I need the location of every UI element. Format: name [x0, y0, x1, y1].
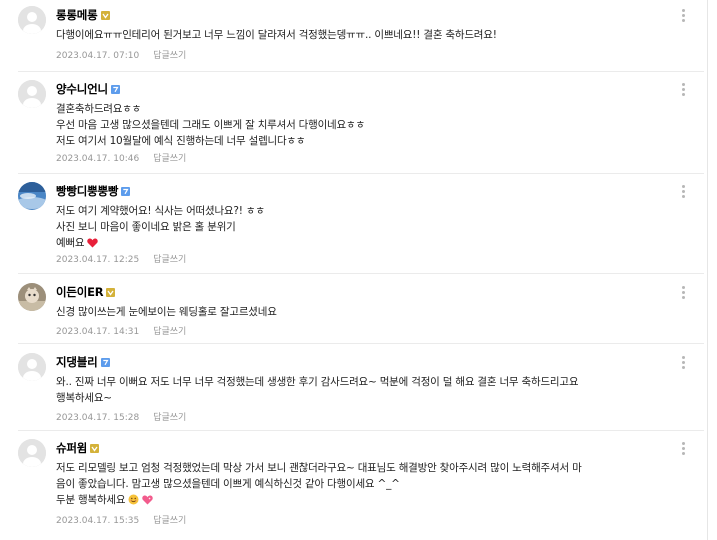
divider — [18, 173, 704, 174]
comment-meta: 2023.04.17. 10:46 답글쓰기 — [56, 151, 186, 164]
smiling-face-icon — [128, 494, 139, 510]
comment-item: 빵빵디뿡뿡빵 저도 여기 계약했어요! 식사는 어떠셨나요?! ㅎㅎ 사진 보니… — [0, 176, 704, 274]
more-options-icon[interactable] — [678, 9, 688, 25]
divider — [18, 273, 704, 274]
nickname[interactable]: 이든이ER — [56, 284, 104, 300]
comment-meta: 2023.04.17. 15:28 답글쓰기 — [56, 410, 186, 423]
comment-line: 음이 좋았습니다. 맘고생 많으셨을텐데 이쁘게 예식하신것 같아 다행이세요 … — [56, 478, 400, 490]
comment-item: 롱롱메롱 다행이에요ㅠㅠ인테리어 된거보고 너무 느낌이 달라져서 걱정했는뎅ㅠ… — [0, 0, 704, 72]
divider — [18, 343, 704, 344]
reply-button[interactable]: 답글쓰기 — [153, 413, 186, 423]
comment-meta: 2023.04.17. 12:25 답글쓰기 — [56, 252, 186, 265]
comment-text: 신경 많이쓰는게 눈에보이는 웨딩홀로 잘고르셨네요 — [56, 304, 277, 320]
comment-item: 슈퍼윔 저도 리모델링 보고 엄청 걱정했었는데 막상 가서 보니 괜찮더라구요… — [0, 433, 704, 540]
comment-text: 와.. 진짜 너무 이뻐요 저도 너무 너무 걱정했는데 생생한 후기 감사드려… — [56, 374, 578, 406]
member-grade-badge-icon — [106, 287, 116, 297]
divider — [18, 71, 704, 72]
comment-item: 양수니언니 결혼축하드려요ㅎㅎ 우선 마음 고생 많으셨을텐데 그래도 이쁘게 … — [0, 74, 704, 174]
member-grade-badge-icon — [90, 443, 100, 453]
avatar[interactable] — [18, 283, 46, 311]
nickname[interactable]: 양수니언니 — [56, 81, 108, 97]
comment-date: 2023.04.17. 15:28 — [56, 413, 140, 423]
reply-button[interactable]: 답글쓰기 — [153, 516, 186, 526]
nickname[interactable]: 롱롱메롱 — [56, 7, 98, 23]
reply-button[interactable]: 답글쓰기 — [153, 255, 186, 265]
comment-line: 우선 마음 고생 많으셨을텐데 그래도 이쁘게 잘 치루셔서 다행이네요ㅎㅎ — [56, 119, 365, 131]
divider — [18, 430, 704, 431]
avatar[interactable] — [18, 80, 46, 108]
nickname[interactable]: 슈퍼윔 — [56, 440, 87, 456]
more-options-icon[interactable] — [678, 185, 688, 201]
comment-date: 2023.04.17. 15:35 — [56, 516, 140, 526]
comment-text: 결혼축하드려요ㅎㅎ 우선 마음 고생 많으셨을텐데 그래도 이쁘게 잘 치루셔서… — [56, 101, 365, 149]
comment-text: 저도 여기 계약했어요! 식사는 어떠셨나요?! ㅎㅎ 사진 보니 마음이 좋이… — [56, 203, 265, 253]
comment-line: 저도 리모델링 보고 엄청 걱정했었는데 막상 가서 보니 괜찮더라구요~ 대표… — [56, 462, 582, 474]
comment-meta: 2023.04.17. 15:35 답글쓰기 — [56, 513, 186, 526]
sparkling-heart-icon — [142, 494, 154, 510]
comment-meta: 2023.04.17. 14:31 답글쓰기 — [56, 324, 186, 337]
red-heart-icon — [87, 237, 99, 253]
avatar[interactable] — [18, 353, 46, 381]
comment-date: 2023.04.17. 12:25 — [56, 255, 140, 265]
comment-item: 지댕블리 와.. 진짜 너무 이뻐요 저도 너무 너무 걱정했는데 생생한 후기… — [0, 347, 704, 431]
comment-line: 행복하세요~ — [56, 392, 112, 404]
reply-button[interactable]: 답글쓰기 — [153, 154, 186, 164]
reply-button[interactable]: 답글쓰기 — [153, 51, 186, 61]
reply-button[interactable]: 답글쓰기 — [153, 327, 186, 337]
avatar[interactable] — [18, 6, 46, 34]
nickname[interactable]: 지댕블리 — [56, 354, 98, 370]
member-grade-badge-icon — [121, 186, 131, 196]
comment-line: 결혼축하드려요ㅎㅎ — [56, 103, 142, 115]
more-options-icon[interactable] — [678, 442, 688, 458]
more-options-icon[interactable] — [678, 83, 688, 99]
comment-text: 저도 리모델링 보고 엄청 걱정했었는데 막상 가서 보니 괜찮더라구요~ 대표… — [56, 460, 582, 510]
member-grade-badge-icon — [100, 357, 110, 367]
comment-line: 예뻐요 — [56, 237, 85, 249]
nickname[interactable]: 빵빵디뿡뿡빵 — [56, 183, 118, 199]
more-options-icon[interactable] — [678, 356, 688, 372]
comment-line: 저도 여기 계약했어요! 식사는 어떠셨나요?! ㅎㅎ — [56, 205, 265, 217]
member-grade-badge-icon — [100, 10, 110, 20]
comment-line: 다행이에요ㅠㅠ인테리어 된거보고 너무 느낌이 달라져서 걱정했는뎅ㅠㅠ.. 이… — [56, 29, 497, 41]
comment-date: 2023.04.17. 07:10 — [56, 51, 140, 61]
comment-line: 저도 여기서 10월달에 예식 진행하는데 너무 설렙니다ㅎㅎ — [56, 135, 306, 147]
comment-line: 사진 보니 마음이 좋이네요 밝은 홀 분위기 — [56, 221, 236, 233]
comment-date: 2023.04.17. 14:31 — [56, 327, 140, 337]
comment-meta: 2023.04.17. 07:10 답글쓰기 — [56, 48, 186, 61]
comment-line: 신경 많이쓰는게 눈에보이는 웨딩홀로 잘고르셨네요 — [56, 306, 277, 318]
scroll-edge — [707, 0, 708, 540]
comment-line: 두분 행복하세요 — [56, 494, 126, 506]
avatar[interactable] — [18, 182, 46, 210]
comment-text: 다행이에요ㅠㅠ인테리어 된거보고 너무 느낌이 달라져서 걱정했는뎅ㅠㅠ.. 이… — [56, 27, 497, 43]
comment-line: 와.. 진짜 너무 이뻐요 저도 너무 너무 걱정했는데 생생한 후기 감사드려… — [56, 376, 579, 388]
member-grade-badge-icon — [110, 84, 120, 94]
avatar[interactable] — [18, 439, 46, 467]
more-options-icon[interactable] — [678, 286, 688, 302]
comment-item: 이든이ER 신경 많이쓰는게 눈에보이는 웨딩홀로 잘고르셨네요 2023.04… — [0, 277, 704, 344]
comment-date: 2023.04.17. 10:46 — [56, 154, 140, 164]
